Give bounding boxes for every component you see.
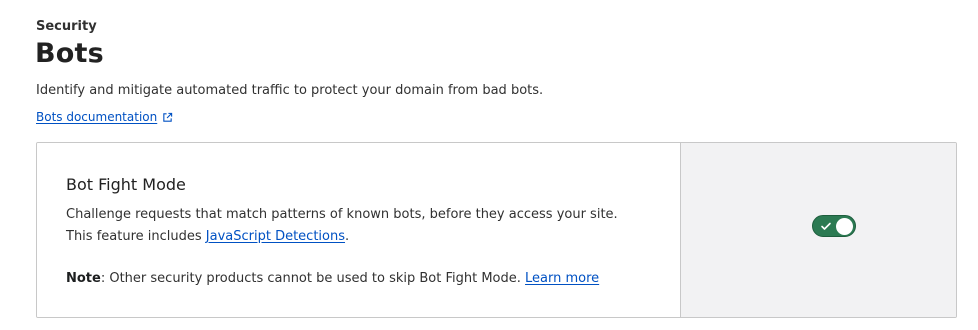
note-label: Note [66,271,101,286]
bot-fight-mode-card: Bot Fight Mode Challenge requests that m… [36,142,957,318]
javascript-detections-link[interactable]: JavaScript Detections [206,229,345,244]
card-description-end: . [345,229,350,244]
bots-page: Security Bots Identify and mitigate auto… [0,0,978,330]
card-content: Bot Fight Mode Challenge requests that m… [37,143,681,317]
note-text: : Other security products cannot be used… [100,271,526,286]
card-note: Note: Other security products cannot be … [66,268,680,290]
bot-fight-mode-toggle[interactable] [811,215,856,237]
breadcrumb: Security [36,19,97,34]
card-description: Challenge requests that match patterns o… [66,204,636,248]
bots-documentation-link[interactable]: Bots documentation [36,110,173,124]
card-toggle-panel [681,143,956,317]
doc-link-label: Bots documentation [36,110,158,124]
learn-more-link[interactable]: Learn more [525,271,599,286]
external-link-icon [163,112,173,122]
page-description: Identify and mitigate automated traffic … [36,83,544,98]
check-icon [820,222,831,230]
toggle-knob [835,218,853,235]
page-title: Bots [35,38,104,69]
card-title: Bot Fight Mode [66,175,186,194]
